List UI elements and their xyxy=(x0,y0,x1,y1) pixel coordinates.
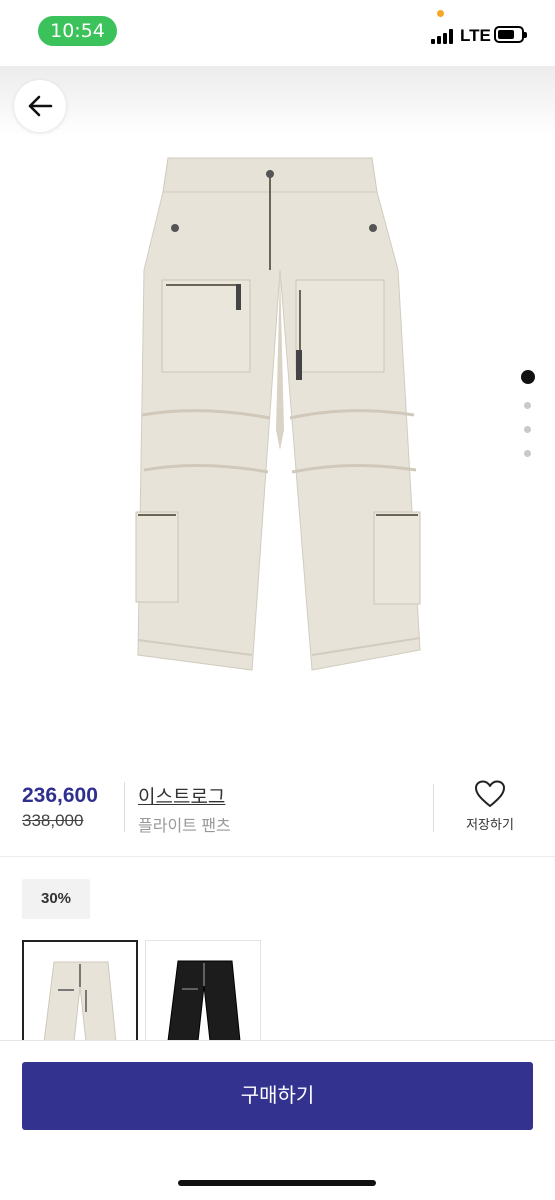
status-time: 10:54 xyxy=(38,16,117,46)
save-button[interactable]: 저장하기 xyxy=(455,780,525,840)
back-button[interactable] xyxy=(14,80,66,132)
pager-dot-active[interactable] xyxy=(521,370,535,384)
sale-price: 236,600 xyxy=(22,784,98,807)
product-name: 플라이트 팬츠 xyxy=(138,818,231,835)
product-photo-cargo-pants xyxy=(135,157,421,671)
pager-dot[interactable] xyxy=(524,426,531,433)
signal-icon xyxy=(431,29,455,44)
variant-thumbnail-black[interactable] xyxy=(145,940,261,1042)
status-bar: 10:54 LTE xyxy=(0,0,555,66)
arrow-left-icon xyxy=(28,95,53,117)
variant-thumbnail-ivory[interactable] xyxy=(22,940,138,1042)
divider xyxy=(433,784,434,832)
home-indicator[interactable] xyxy=(178,1180,376,1186)
buy-button[interactable]: 구매하기 xyxy=(22,1062,533,1130)
original-price: 338,000 xyxy=(22,811,84,830)
divider xyxy=(124,782,125,832)
pager-dot[interactable] xyxy=(524,450,531,457)
thumbnail-photo xyxy=(167,960,241,1041)
brand-link[interactable]: 이스트로그 xyxy=(138,782,225,809)
image-pager xyxy=(519,368,537,468)
network-label: LTE xyxy=(460,26,491,45)
save-label: 저장하기 xyxy=(466,817,514,832)
privacy-indicator-dot xyxy=(437,10,444,17)
pager-dot[interactable] xyxy=(524,402,531,409)
discount-badge: 30% xyxy=(22,879,90,919)
thumbnail-photo xyxy=(43,961,117,1040)
section-divider xyxy=(0,856,555,857)
battery-icon xyxy=(494,26,527,43)
heart-icon xyxy=(475,780,505,807)
